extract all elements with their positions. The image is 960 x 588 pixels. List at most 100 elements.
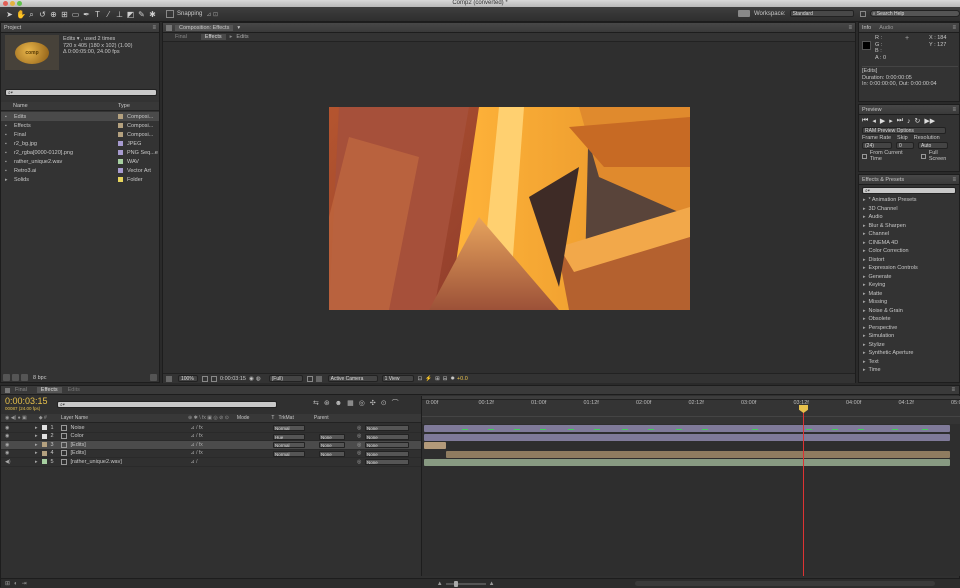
toggle-pixel-aspect-icon[interactable]: ⊡ [418,376,423,382]
previous-frame-icon[interactable]: ◂ [872,117,876,125]
composition-tab[interactable]: Composition: Effects [175,24,234,31]
type-tool-icon[interactable]: T [93,10,102,19]
keyframe-marker[interactable] [514,429,520,430]
layer-visibility-icon[interactable]: ◉ [5,442,27,448]
from-current-checkbox[interactable] [862,153,867,159]
info-menu-icon[interactable]: ≡ [952,25,956,31]
fast-previews-icon[interactable]: ⚡ [425,376,432,382]
effects-category[interactable]: Keying [859,281,959,290]
timeline-current-time[interactable]: 0:00:03:15 [5,397,48,406]
timeline-tab-final[interactable]: Final [15,387,27,393]
auto-keyframe-icon[interactable]: ⊙ [381,399,387,407]
layer-expand-icon[interactable]: ▸ [35,425,38,431]
puppet-pin-tool-icon[interactable]: ✱ [148,10,157,19]
keyframe-marker[interactable] [676,429,682,430]
delete-item-icon[interactable] [150,374,157,381]
workspace-menu-icon[interactable] [738,10,750,17]
breadcrumb-effects[interactable]: Effects [200,34,226,40]
project-tab[interactable]: Project [4,25,21,31]
effects-search-input[interactable]: ⌕▾ [862,187,956,194]
frame-blending-icon[interactable]: ▦ [347,399,354,407]
layer-label-color[interactable] [41,433,47,439]
layer-trkmat-select[interactable]: None [319,450,345,457]
keyframe-marker[interactable] [832,429,838,430]
keyframe-marker[interactable] [488,429,494,430]
project-item[interactable]: ▪ rather_unique2.wav WAV [1,157,159,166]
panel-menu-icon[interactable]: ≡ [152,25,156,31]
layer-expand-icon[interactable]: ▸ [35,459,38,465]
rectangle-mask-tool-icon[interactable]: ▭ [71,10,80,19]
current-time-indicator[interactable] [803,406,804,576]
interpret-footage-icon[interactable] [3,374,10,381]
timeline-icon[interactable]: ⊞ [435,376,440,382]
timeline-tab-effects[interactable]: Effects [36,387,62,393]
layer-visibility-icon[interactable]: ◉ [5,433,27,439]
label-color-swatch[interactable] [118,123,123,128]
help-search-input[interactable]: ⌕ Search Help [869,10,960,17]
exposure-icon[interactable]: ✹ [450,376,455,382]
layer-expand-icon[interactable]: ▸ [35,442,38,448]
effects-menu-icon[interactable]: ≡ [952,177,956,183]
zoom-out-icon[interactable]: ▲ [437,581,443,587]
timeline-zoom-slider[interactable] [445,580,486,587]
layer-row[interactable]: ◉ ▸ 4 [Edits] ⊿ / fx Normal None ◎ None [1,450,421,458]
layer-label-color[interactable] [41,459,47,465]
pick-whip-icon[interactable]: ◎ [357,425,361,431]
pan-behind-tool-icon[interactable]: ⊞ [60,10,69,19]
effects-category[interactable]: Simulation [859,332,959,341]
effects-category[interactable]: 3D Channel [859,205,959,214]
first-frame-icon[interactable]: ⏮ [862,117,868,125]
timeline-horizontal-scrollbar[interactable] [634,581,935,586]
composition-menu-icon[interactable]: ≡ [848,25,852,31]
layer-name[interactable]: [rather_unique2.wav] [71,459,191,465]
pen-tool-icon[interactable]: ✒ [82,10,91,19]
project-item[interactable]: ▪ Effects Composi... [1,121,159,130]
layer-trkmat-select[interactable]: None [319,433,345,440]
minimize-window-button[interactable] [10,1,15,6]
always-preview-icon[interactable] [166,375,172,382]
zoom-tool-icon[interactable]: ⌕ [27,10,36,19]
project-search-input[interactable]: ⌕▾ [5,89,157,96]
toggle-in-out-icon[interactable]: ⇥ [22,580,27,587]
project-item[interactable]: ▸ Solids Folder [1,175,159,184]
effects-category[interactable]: Time [859,366,959,375]
layer-row[interactable]: ◀) ▸ 5 [rather_unique2.wav] ⊿ / ◎ None [1,458,421,467]
label-color-swatch[interactable] [118,114,123,119]
timeline-search-input[interactable]: ⌕▾ [57,401,277,408]
show-channel-icon[interactable]: ◍ [256,376,261,382]
effects-category[interactable]: Matte [859,290,959,299]
effects-category[interactable]: Missing [859,298,959,307]
label-color-swatch[interactable] [118,168,123,173]
mute-audio-icon[interactable]: ♪ [907,118,911,125]
effects-category[interactable]: Perspective [859,324,959,333]
zoom-window-button[interactable] [17,1,22,6]
layer-label-color[interactable] [41,450,47,456]
brush-tool-icon[interactable]: ⁄ [104,10,113,19]
snapshot-icon[interactable]: ◉ [249,376,254,382]
breadcrumb-edits[interactable]: Edits [236,34,248,40]
project-item[interactable]: ▪ r2_bg.jpg JPEG [1,139,159,148]
pick-whip-icon[interactable]: ◎ [357,442,361,448]
project-item[interactable]: ▪ r2_rgba[0000-0120].png PNG Seq...e [1,148,159,157]
flowchart-icon[interactable]: ⊟ [443,376,448,382]
composition-mini-flowchart-icon[interactable]: ⇆ [313,399,319,407]
audio-tab[interactable]: Audio [879,25,893,31]
layer-parent-select[interactable]: None [365,433,409,440]
layer-mode-select[interactable]: Normal [273,425,305,431]
layer-switches-icon[interactable]: ⊿ / fx [191,450,243,456]
pick-whip-icon[interactable]: ◎ [357,459,361,465]
layer-mode-select[interactable]: Hue [273,433,305,440]
effects-category[interactable]: Noise & Grain [859,307,959,316]
effects-category[interactable]: Blur & Sharpen [859,222,959,231]
column-type[interactable]: Type [118,103,130,109]
toggle-switches-icon[interactable]: ⊞ [5,580,10,587]
selection-tool-icon[interactable]: ➤ [5,10,14,19]
region-of-interest-icon[interactable] [306,375,313,382]
snapping-checkbox[interactable] [166,10,174,18]
layer-duration-bar[interactable] [446,450,950,458]
mode-column[interactable]: Mode [237,415,250,421]
hand-tool-icon[interactable]: ✋ [16,10,26,19]
effects-category[interactable]: Distort [859,256,959,265]
brainstorm-icon[interactable]: ✣ [370,399,376,407]
keyframe-marker[interactable] [806,429,812,430]
